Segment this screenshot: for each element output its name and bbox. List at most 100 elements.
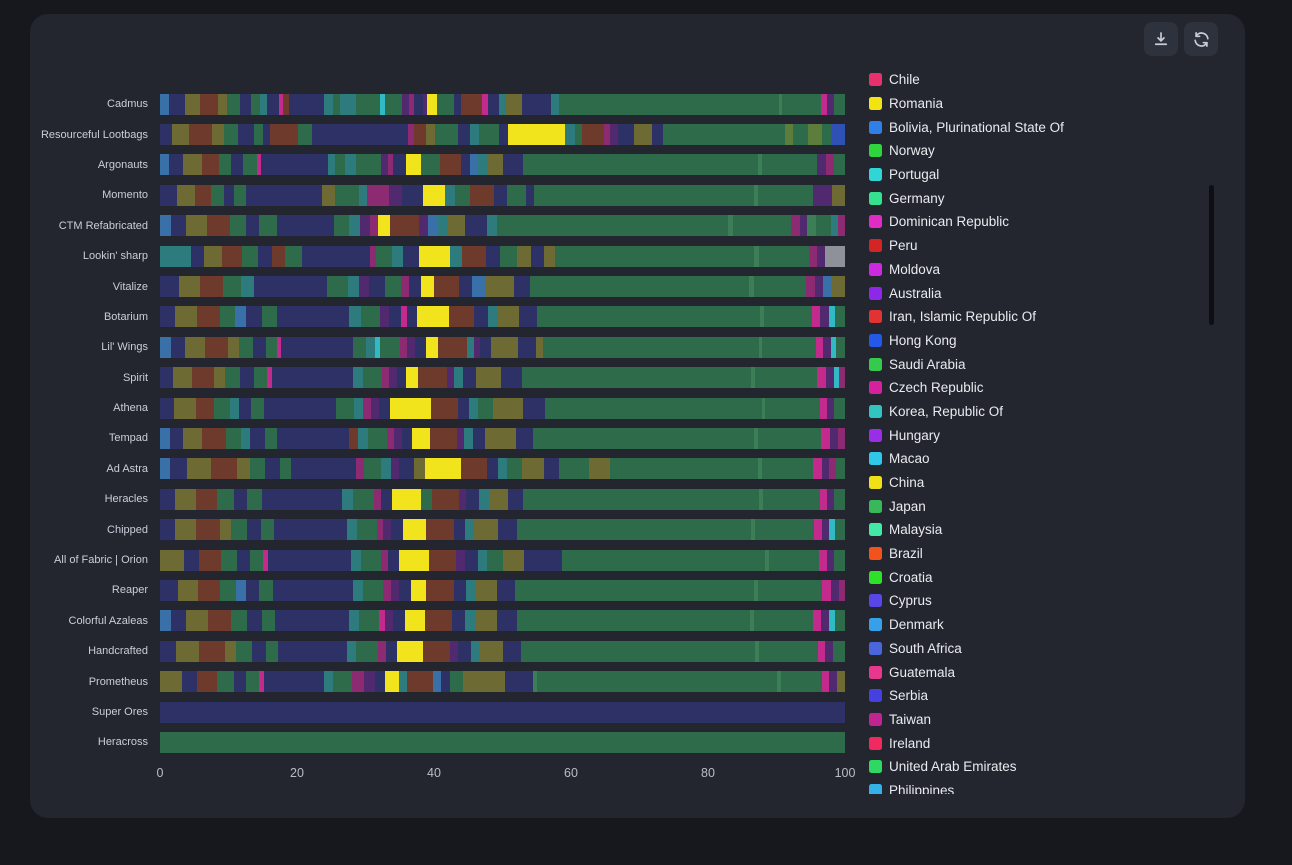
bar-segment[interactable] — [809, 246, 817, 267]
bar-segment[interactable] — [472, 276, 485, 297]
legend-item[interactable]: Taiwan — [869, 708, 1241, 732]
bar-segment[interactable] — [433, 671, 441, 692]
bar-segment[interactable] — [258, 246, 273, 267]
bar-segment[interactable] — [200, 276, 223, 297]
bar-segment[interactable] — [228, 337, 239, 358]
legend-item[interactable]: Hong Kong — [869, 329, 1241, 353]
bar-segment[interactable] — [390, 215, 419, 236]
bar-segment[interactable] — [402, 185, 422, 206]
bar-segment[interactable] — [437, 94, 454, 115]
bar-segment[interactable] — [390, 398, 432, 419]
bar-segment[interactable] — [389, 367, 397, 388]
bar-segment[interactable] — [475, 610, 497, 631]
bar-segment[interactable] — [652, 124, 663, 145]
bar-segment[interactable] — [769, 550, 820, 571]
bar-segment[interactable] — [432, 489, 458, 510]
bar-segment[interactable] — [465, 610, 475, 631]
bar-segment[interactable] — [478, 398, 492, 419]
bar-segment[interactable] — [280, 458, 291, 479]
bar-segment[interactable] — [818, 641, 826, 662]
bar-segment[interactable] — [363, 580, 383, 601]
bar-segment[interactable] — [160, 732, 845, 753]
bar-segment[interactable] — [345, 154, 356, 175]
bar-segment[interactable] — [429, 550, 457, 571]
bar-segment[interactable] — [242, 246, 258, 267]
bar-segment[interactable] — [399, 580, 411, 601]
bar-segment[interactable] — [226, 428, 241, 449]
bar-segment[interactable] — [367, 185, 389, 206]
bar-segment[interactable] — [521, 641, 756, 662]
bar-segment[interactable] — [230, 215, 245, 236]
bar-segment[interactable] — [218, 94, 227, 115]
bar-segment[interactable] — [302, 246, 370, 267]
bar-segment[interactable] — [515, 580, 754, 601]
bar-segment[interactable] — [537, 306, 760, 327]
bar-segment[interactable] — [425, 458, 460, 479]
bar-segment[interactable] — [814, 519, 822, 540]
bar-segment[interactable] — [833, 641, 845, 662]
bar-segment[interactable] — [838, 428, 845, 449]
bar-segment[interactable] — [170, 428, 183, 449]
bar-segment[interactable] — [160, 398, 174, 419]
bar-segment[interactable] — [426, 580, 454, 601]
bar-segment[interactable] — [241, 276, 254, 297]
bar-segment[interactable] — [364, 671, 375, 692]
bar-segment[interactable] — [197, 671, 217, 692]
legend-item[interactable]: Germany — [869, 186, 1241, 210]
bar-segment[interactable] — [385, 94, 402, 115]
bar-segment[interactable] — [415, 337, 426, 358]
bar-segment[interactable] — [834, 489, 845, 510]
bar-segment[interactable] — [821, 610, 829, 631]
bar-segment[interactable] — [160, 246, 191, 267]
bar-segment[interactable] — [438, 337, 467, 358]
download-button[interactable] — [1144, 22, 1178, 56]
bar-segment[interactable] — [820, 489, 828, 510]
bar-segment[interactable] — [160, 276, 179, 297]
bar-segment[interactable] — [243, 154, 257, 175]
bar-segment[interactable] — [610, 124, 618, 145]
bar-segment[interactable] — [417, 306, 450, 327]
bar-segment[interactable] — [356, 94, 380, 115]
bar-segment[interactable] — [382, 367, 390, 388]
legend-item[interactable]: Hungary — [869, 423, 1241, 447]
bar-segment[interactable] — [385, 671, 400, 692]
bar-segment[interactable] — [555, 246, 755, 267]
bar-segment[interactable] — [270, 124, 290, 145]
bar-segment[interactable] — [388, 550, 399, 571]
legend-item[interactable]: Serbia — [869, 684, 1241, 708]
bar-segment[interactable] — [250, 428, 265, 449]
bar-segment[interactable] — [378, 215, 391, 236]
bar-segment[interactable] — [402, 94, 409, 115]
bar-segment[interactable] — [342, 489, 352, 510]
bar-segment[interactable] — [272, 367, 353, 388]
bar-segment[interactable] — [419, 215, 428, 236]
bar-segment[interactable] — [399, 550, 428, 571]
bar-segment[interactable] — [375, 671, 384, 692]
bar-segment[interactable] — [361, 550, 381, 571]
bar-segment[interactable] — [224, 185, 234, 206]
bar-segment[interactable] — [476, 367, 501, 388]
bar-segment[interactable] — [246, 671, 260, 692]
bar-segment[interactable] — [764, 306, 812, 327]
bar-segment[interactable] — [427, 94, 437, 115]
bar-segment[interactable] — [173, 367, 192, 388]
bar-segment[interactable] — [214, 398, 230, 419]
bar-segment[interactable] — [449, 306, 474, 327]
bar-segment[interactable] — [466, 489, 479, 510]
bar-segment[interactable] — [507, 458, 522, 479]
bar-segment[interactable] — [822, 519, 830, 540]
bar-segment[interactable] — [356, 154, 381, 175]
bar-segment[interactable] — [391, 580, 399, 601]
bar-segment[interactable] — [431, 398, 458, 419]
legend-item[interactable]: Chile — [869, 72, 1241, 92]
legend-item[interactable]: Macao — [869, 447, 1241, 471]
bar-segment[interactable] — [808, 124, 822, 145]
bar-segment[interactable] — [247, 610, 262, 631]
bar-segment[interactable] — [523, 398, 545, 419]
bar-segment[interactable] — [160, 306, 175, 327]
bar-segment[interactable] — [823, 276, 832, 297]
bar-segment[interactable] — [359, 185, 367, 206]
bar-segment[interactable] — [426, 124, 435, 145]
bar-segment[interactable] — [371, 398, 379, 419]
bar-segment[interactable] — [262, 489, 342, 510]
